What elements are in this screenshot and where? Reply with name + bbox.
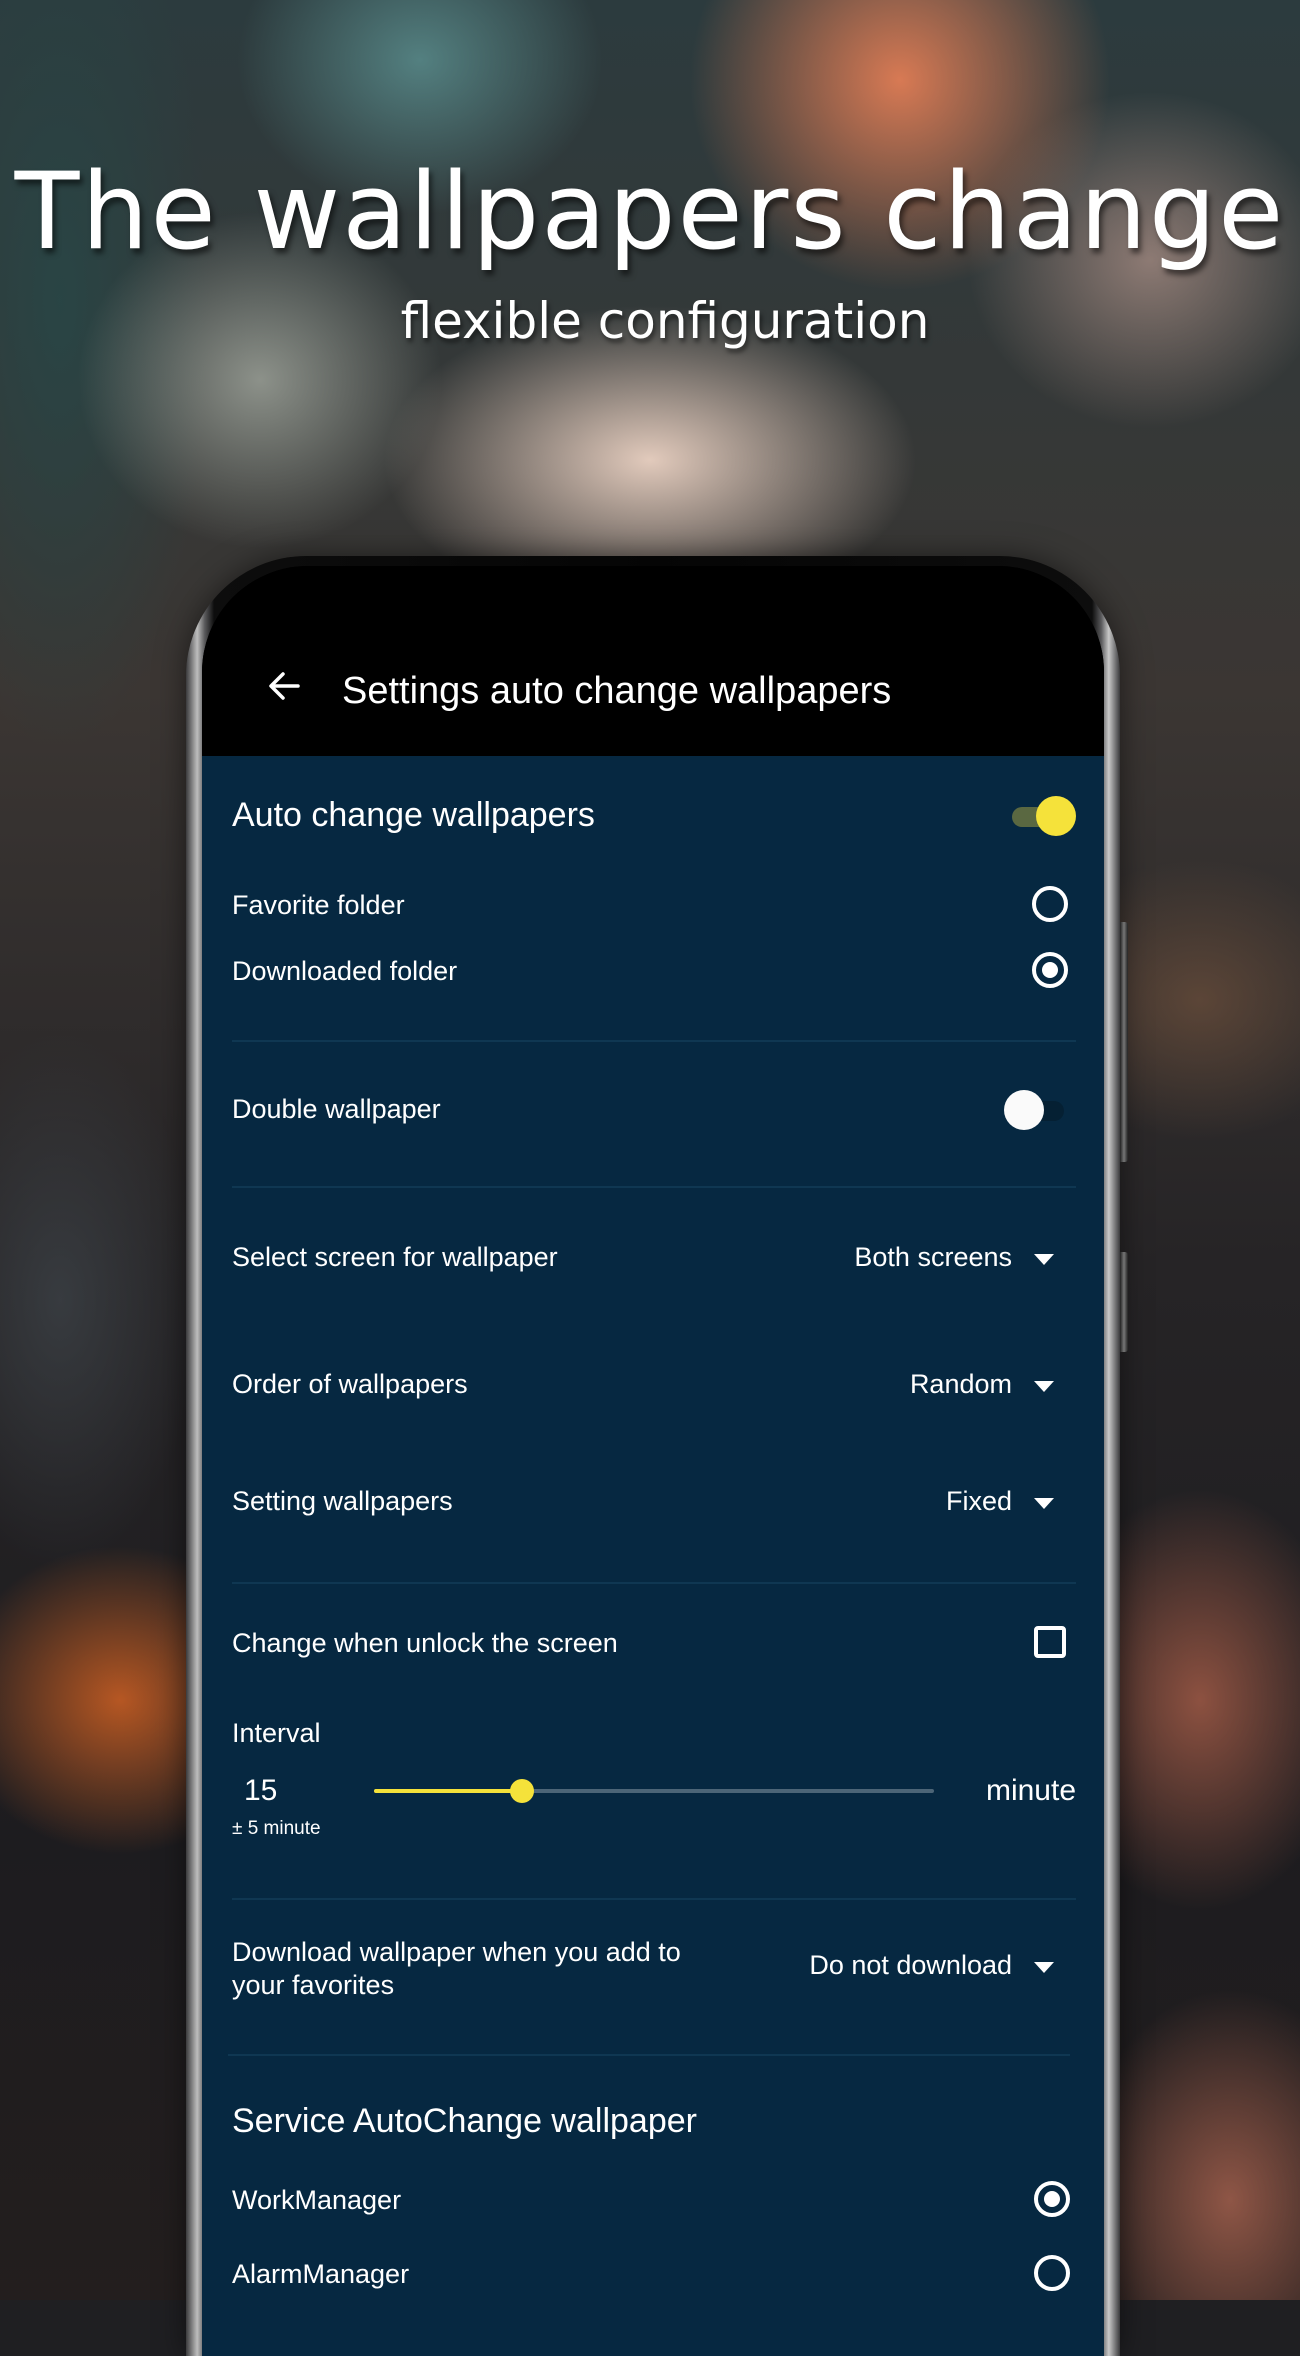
change-on-unlock-row[interactable]: Change when unlock the screen [232,1624,1074,1664]
service-title: Service AutoChange wallpaper [232,2102,697,2140]
download-on-favorite-label: Download wallpaper when you add to your … [232,1937,681,2000]
order-row: Order of wallpapers Random [232,1367,1074,1407]
divider [232,1898,1076,1900]
interval-slider[interactable] [374,1776,934,1806]
order-label: Order of wallpapers [232,1369,468,1399]
workmanager-radio[interactable] [1034,2181,1070,2217]
arrow-left-icon[interactable] [264,666,304,706]
setting-wallpapers-row: Setting wallpapers Fixed [232,1484,1074,1524]
promo-headline: The wallpapers change [14,150,1286,273]
divider [232,1186,1076,1188]
favorite-folder-row[interactable]: Favorite folder [232,886,1074,926]
alarmmanager-radio[interactable] [1034,2255,1070,2291]
select-screen-dropdown[interactable]: Both screens [774,1242,1074,1282]
settings-list: Auto change wallpapers Favorite folder D… [202,756,1104,2356]
caret-down-icon [1034,1962,1054,1973]
interval-unit: minute [985,1774,1076,1807]
change-on-unlock-checkbox[interactable] [1034,1626,1066,1658]
caret-down-icon [1034,1381,1054,1392]
promo-subheadline: flexible configuration [400,292,930,350]
auto-change-toggle[interactable] [1006,796,1076,836]
downloaded-folder-label: Downloaded folder [232,956,458,986]
slider-fill [374,1789,523,1793]
select-screen-label: Select screen for wallpaper [232,1242,558,1272]
order-value: Random [909,1369,1012,1399]
alarmmanager-label: AlarmManager [232,2259,410,2289]
change-on-unlock-label: Change when unlock the screen [232,1628,618,1658]
toggle-thumb [1004,1090,1044,1130]
downloaded-folder-row[interactable]: Downloaded folder [232,952,1074,992]
select-screen-row: Select screen for wallpaper Both screens [232,1240,1074,1280]
divider [232,1582,1076,1584]
divider [228,2054,1070,2056]
double-wallpaper-toggle[interactable] [1004,1090,1070,1130]
downloaded-folder-radio[interactable] [1032,952,1068,988]
download-on-favorite-dropdown[interactable]: Do not download [744,1950,1074,1990]
phone-frame: Settings auto change wallpapers Auto cha… [186,556,1128,2356]
favorite-folder-label: Favorite folder [232,890,405,920]
setting-wallpapers-value: Fixed [945,1486,1012,1516]
slider-thumb[interactable] [510,1779,535,1803]
select-screen-value: Both screens [854,1242,1012,1272]
alarmmanager-row[interactable]: AlarmManager [232,2255,1074,2295]
interval-value: 15 [244,1774,278,1807]
download-on-favorite-value: Do not download [809,1950,1012,1980]
order-dropdown[interactable]: Random [834,1369,1074,1409]
download-on-favorite-row: Download wallpaper when you add to your … [232,1936,1074,2006]
auto-change-label: Auto change wallpapers [232,796,595,834]
caret-down-icon [1034,1254,1054,1265]
power-button [1120,1252,1128,1352]
workmanager-label: WorkManager [232,2185,402,2215]
page-title: Settings auto change wallpapers [342,670,892,712]
interval-row: Interval 15 ± 5 minute minute [232,1718,1076,1839]
double-wallpaper-row[interactable]: Double wallpaper [232,1090,1074,1130]
favorite-folder-radio[interactable] [1032,886,1068,922]
divider [232,1040,1076,1042]
app-bar: Settings auto change wallpapers [202,566,1104,756]
caret-down-icon [1034,1498,1054,1509]
toggle-thumb [1036,796,1076,836]
setting-wallpapers-dropdown[interactable]: Fixed [874,1486,1074,1526]
interval-label: Interval [232,1718,321,1748]
service-section-header: Service AutoChange wallpaper [232,2102,1074,2152]
workmanager-row[interactable]: WorkManager [232,2181,1074,2221]
double-wallpaper-label: Double wallpaper [232,1094,441,1124]
volume-button [1120,922,1128,1162]
setting-wallpapers-label: Setting wallpapers [232,1486,453,1516]
auto-change-row[interactable]: Auto change wallpapers [232,792,1076,842]
interval-tolerance: ± 5 minute [232,1818,321,1839]
phone-screen: Settings auto change wallpapers Auto cha… [202,566,1104,2356]
